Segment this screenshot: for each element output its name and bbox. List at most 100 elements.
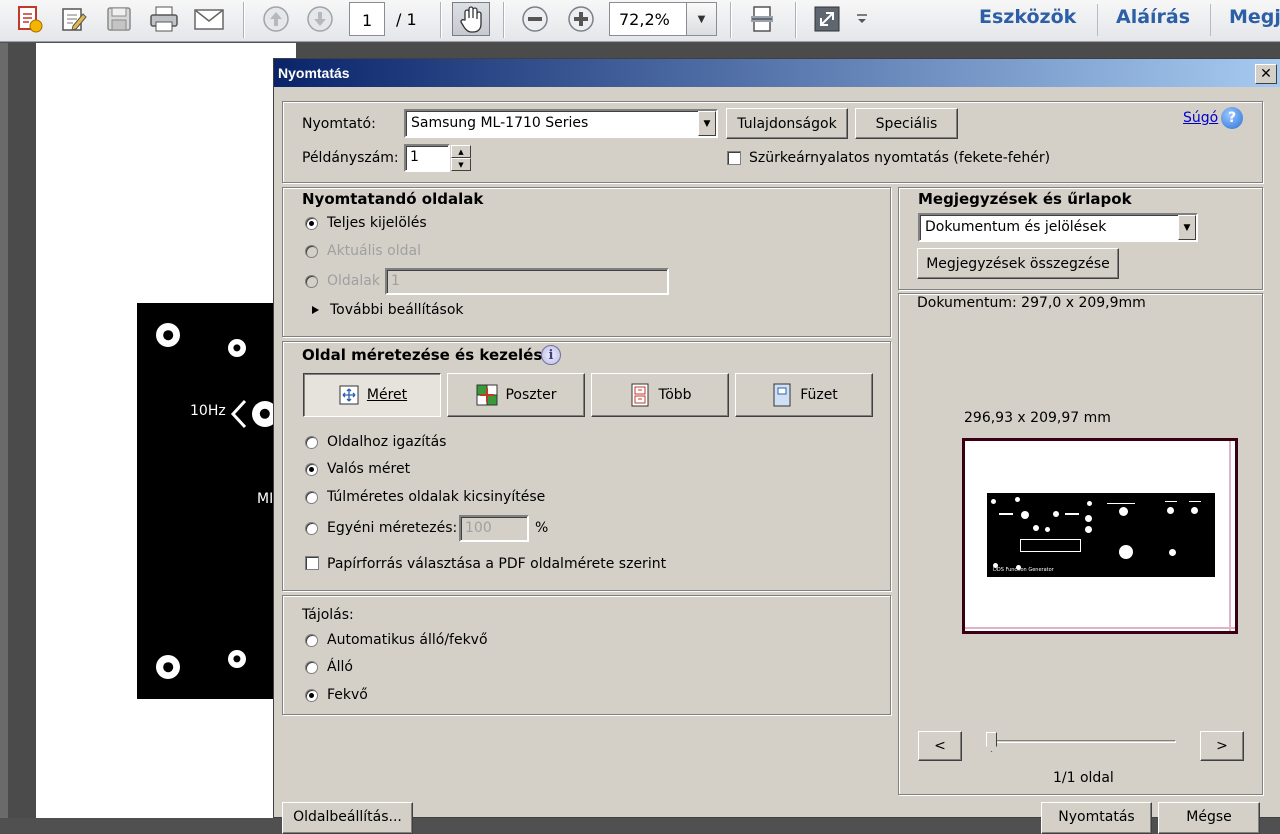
orientation-title: Tájolás:: [302, 607, 354, 623]
page-range-input[interactable]: 1: [385, 268, 669, 295]
page-setup-button[interactable]: Oldalbeállítás...: [282, 802, 413, 834]
panel-hole: [156, 323, 180, 347]
zoom-in-icon[interactable]: [564, 4, 598, 34]
custom-scale-label: Egyéni méretezés:: [327, 520, 458, 536]
fit-label: Oldalhoz igazítás: [327, 434, 447, 450]
help-link[interactable]: Súgó: [1183, 110, 1218, 126]
zoom-combobox[interactable]: 72,2% ▼: [609, 2, 717, 36]
panel-label: 10Hz: [190, 403, 226, 419]
panel-hole: [228, 339, 246, 357]
comments-section-title: Megjegyzések és űrlapok: [918, 190, 1132, 208]
radio-all-pages[interactable]: [305, 217, 318, 230]
page-number-input[interactable]: 1: [349, 2, 385, 36]
printer-label: Nyomtató:: [302, 116, 376, 132]
email-icon[interactable]: [192, 4, 226, 34]
zoom-out-icon[interactable]: [518, 4, 552, 34]
preview-page-content: DDS Function Generator: [987, 493, 1215, 577]
cancel-button[interactable]: Mégse: [1158, 802, 1260, 834]
prev-page-button[interactable]: <: [918, 731, 962, 761]
paper-size: 296,93 x 209,97 mm: [964, 410, 1111, 426]
page-total: / 1: [396, 10, 417, 29]
landscape-label: Fekvő: [327, 687, 368, 703]
stepper-up-icon[interactable]: ▲: [451, 145, 471, 158]
summarize-comments-button[interactable]: Megjegyzések összegzése: [917, 248, 1119, 279]
radio-shrink[interactable]: [305, 491, 318, 504]
sizing-section-title: Oldal méretezése és kezelése: [302, 346, 553, 364]
radio-fit[interactable]: [305, 436, 318, 449]
printer-select[interactable]: Samsung ML-1710 Series ▼: [404, 109, 718, 138]
expand-triangle-icon[interactable]: [312, 306, 319, 314]
copies-value: 1: [410, 149, 419, 165]
tab-booklet[interactable]: Füzet: [735, 373, 873, 417]
shrink-label: Túlméretes oldalak kicsinyítése: [327, 489, 546, 505]
comments-select[interactable]: Dokumentum és jelölések ▼: [918, 213, 1198, 242]
preview-page-info: 1/1 oldal: [1053, 770, 1114, 786]
previous-page-icon[interactable]: [259, 4, 293, 34]
radio-current-page[interactable]: [305, 245, 318, 258]
panel-hole: [228, 650, 246, 668]
radio-custom-scale[interactable]: [305, 522, 318, 535]
navigation-pane-edge: [0, 43, 8, 818]
advanced-button[interactable]: Speciális: [855, 108, 958, 139]
radio-portrait[interactable]: [305, 661, 318, 674]
sign-link[interactable]: Aláírás: [1116, 6, 1190, 28]
orientation-group: [282, 595, 891, 715]
edit-icon[interactable]: [57, 4, 91, 34]
create-pdf-icon[interactable]: [12, 4, 46, 34]
fullscreen-icon[interactable]: [810, 4, 844, 34]
properties-button[interactable]: Tulajdonságok: [726, 108, 848, 139]
booklet-icon: [773, 383, 791, 407]
tab-size[interactable]: Méret: [303, 373, 441, 417]
page-range-value: 1: [391, 273, 400, 289]
preview-slider-track[interactable]: [990, 740, 1176, 743]
chevron-down-icon[interactable]: ▼: [686, 3, 716, 35]
auto-orientation-label: Automatikus álló/fekvő: [327, 632, 488, 648]
toolbar-overflow-icon[interactable]: [852, 4, 872, 34]
print-icon[interactable]: [147, 4, 181, 34]
radio-auto-orientation[interactable]: [305, 634, 318, 647]
fit-page-icon[interactable]: [745, 4, 779, 34]
copies-input[interactable]: 1: [404, 144, 450, 172]
paper-source-checkbox[interactable]: [305, 556, 319, 570]
grayscale-checkbox[interactable]: [727, 151, 741, 165]
next-page-icon[interactable]: [303, 4, 337, 34]
radio-actual-size[interactable]: [305, 463, 318, 476]
copies-stepper[interactable]: ▲ ▼: [451, 145, 471, 171]
help-icon[interactable]: ?: [1221, 107, 1243, 129]
tools-link[interactable]: Eszközök: [979, 6, 1076, 28]
size-icon: [339, 385, 359, 405]
grayscale-label: Szürkeárnyalatos nyomtatás (fekete-fehér…: [749, 150, 1051, 166]
comments-select-value: Dokumentum és jelölések: [925, 219, 1107, 235]
hand-tool-icon[interactable]: [452, 2, 490, 36]
more-options-toggle[interactable]: További beállítások: [330, 302, 464, 318]
multiple-pages-icon: [631, 383, 649, 407]
radio-landscape[interactable]: [305, 689, 318, 702]
tab-booklet-label: Füzet: [800, 387, 838, 403]
poster-icon: [476, 384, 498, 406]
comment-link[interactable]: Megj: [1229, 6, 1280, 28]
print-button[interactable]: Nyomtatás: [1041, 802, 1152, 834]
dialog-title: Nyomtatás: [278, 65, 350, 81]
actual-size-label: Valós méret: [327, 461, 411, 477]
print-dialog: Nyomtatás ✕ Nyomtató: Samsung ML-1710 Se…: [273, 58, 1280, 834]
custom-scale-input[interactable]: 100: [459, 515, 529, 542]
chevron-down-icon[interactable]: ▼: [1178, 215, 1196, 240]
tab-poster[interactable]: Poszter: [447, 373, 585, 417]
print-preview: DDS Function Generator: [962, 438, 1238, 634]
radio-page-range[interactable]: [305, 275, 318, 288]
dialog-titlebar[interactable]: Nyomtatás ✕: [274, 59, 1280, 87]
tab-multiple[interactable]: Több: [591, 373, 729, 417]
tab-multiple-label: Több: [658, 387, 692, 403]
stepper-down-icon[interactable]: ▼: [451, 158, 471, 171]
custom-scale-value: 100: [465, 520, 492, 536]
chevron-down-icon[interactable]: ▼: [698, 111, 716, 136]
printer-value: Samsung ML-1710 Series: [411, 115, 589, 131]
next-page-button[interactable]: >: [1200, 731, 1244, 761]
preview-caption: DDS Function Generator: [993, 567, 1054, 573]
pages-section-title: Nyomtatandó oldalak: [302, 190, 484, 208]
close-button[interactable]: ✕: [1255, 64, 1277, 84]
current-page-label: Aktuális oldal: [327, 243, 421, 259]
save-icon[interactable]: [102, 4, 136, 34]
paper-source-label: Papírforrás választása a PDF oldalmérete…: [327, 556, 667, 572]
info-icon[interactable]: i: [541, 345, 561, 365]
